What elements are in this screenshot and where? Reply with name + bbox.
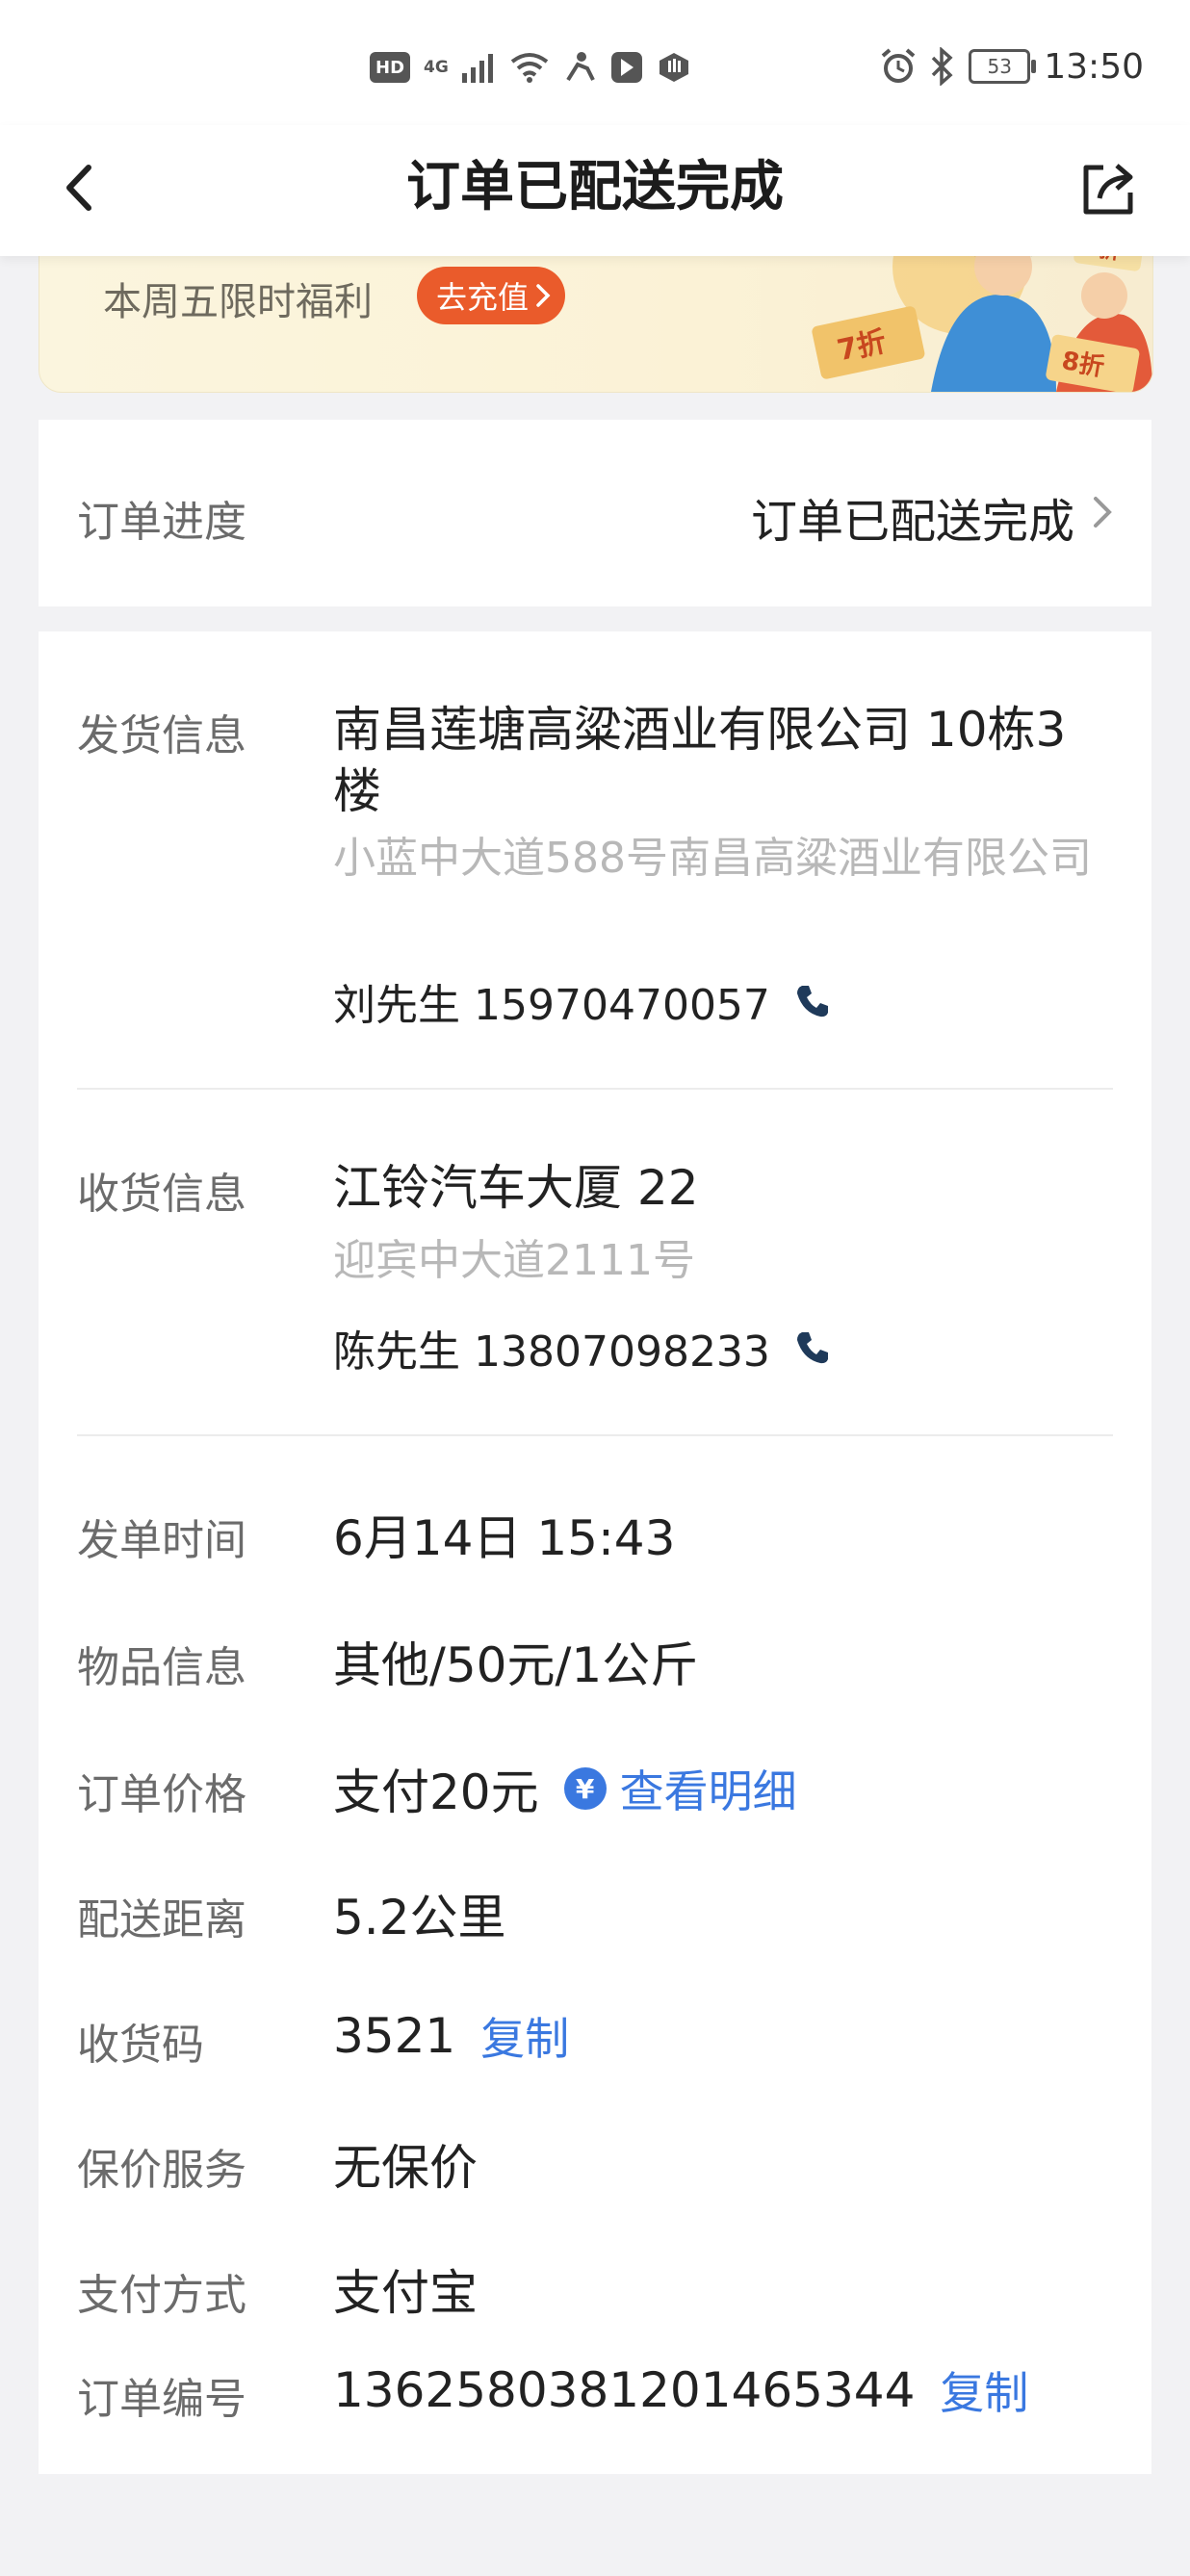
view-detail-text: 查看明细 bbox=[619, 1765, 797, 1817]
progress-label: 订单进度 bbox=[77, 498, 246, 547]
payment-value: 支付宝 bbox=[333, 2254, 478, 2324]
receiver-contact-text: 陈先生 13807098233 bbox=[333, 1327, 770, 1377]
phone-icon[interactable] bbox=[793, 1328, 832, 1367]
goods-text: 其他/50元/1公斤 bbox=[333, 1637, 699, 1693]
order-no-value: 1362580381201465344 复制 bbox=[333, 2358, 1028, 2422]
price-value: 支付20元 ¥ 查看明细 bbox=[333, 1754, 797, 1823]
nav-header: 订单已配送完成 bbox=[0, 125, 1190, 256]
order-progress-row[interactable]: 订单进度 订单已配送完成 bbox=[39, 420, 1151, 606]
distance-text: 5.2公里 bbox=[333, 1890, 506, 1945]
order-time-value: 6月14日 15:43 bbox=[333, 1500, 675, 1569]
page-title: 订单已配送完成 bbox=[406, 156, 784, 219]
insurance-value: 无保价 bbox=[333, 2129, 478, 2199]
insurance-text: 无保价 bbox=[333, 2140, 478, 2196]
order-time-text: 6月14日 15:43 bbox=[333, 1510, 676, 1566]
payment-label: 支付方式 bbox=[77, 2271, 246, 2320]
distance-label: 配送距离 bbox=[77, 1895, 246, 1945]
price-label: 订单价格 bbox=[77, 1770, 246, 1819]
share-button[interactable] bbox=[1074, 154, 1142, 221]
status-icons: HD 4G bbox=[370, 46, 691, 89]
price-text: 支付20元 bbox=[333, 1765, 539, 1820]
view-detail-link[interactable]: ¥ 查看明细 bbox=[563, 1757, 797, 1820]
status-right: 53 13:50 bbox=[880, 42, 1144, 90]
chevron-right-icon bbox=[536, 284, 551, 307]
order-info-card: 发货信息 南昌莲塘高粱酒业有限公司 10栋3楼 小蓝中大道588号南昌高粱酒业有… bbox=[39, 631, 1151, 2474]
order-no-text: 1362580381201465344 bbox=[333, 2362, 916, 2418]
status-bar: HD 4G 53 13:50 bbox=[0, 0, 1190, 125]
receiver-address-main: 江铃汽车大厦 22 bbox=[333, 1160, 699, 1216]
sender-contact: 刘先生 15970470057 bbox=[333, 970, 832, 1032]
yen-icon: ¥ bbox=[563, 1767, 607, 1810]
sender-contact-text: 刘先生 15970470057 bbox=[333, 981, 770, 1030]
goods-value: 其他/50元/1公斤 bbox=[333, 1627, 698, 1696]
battery-indicator: 53 bbox=[969, 49, 1037, 84]
alarm-icon bbox=[881, 48, 916, 83]
app-notification-icon bbox=[610, 52, 642, 83]
divider bbox=[77, 1434, 1113, 1436]
recharge-label: 去充值 bbox=[436, 279, 530, 316]
sender-label: 发货信息 bbox=[77, 711, 246, 760]
payment-text: 支付宝 bbox=[333, 2265, 478, 2321]
network-type: 4G bbox=[424, 58, 449, 77]
goods-label: 物品信息 bbox=[77, 1643, 246, 1692]
delivery-app-icon bbox=[566, 52, 595, 82]
receive-code-text: 3521 bbox=[333, 2008, 456, 2064]
hd-badge: HD bbox=[370, 52, 411, 83]
distance-value: 5.2公里 bbox=[333, 1879, 506, 1948]
chevron-right-icon bbox=[1094, 497, 1112, 528]
receive-code-value: 3521 复制 bbox=[333, 2004, 569, 2068]
progress-value: 订单已配送完成 bbox=[750, 495, 1074, 549]
receive-code-label: 收货码 bbox=[77, 2021, 204, 2070]
wifi-icon bbox=[510, 53, 549, 83]
share-icon bbox=[1083, 164, 1133, 215]
hand-icon bbox=[659, 53, 688, 82]
divider bbox=[77, 1088, 1113, 1090]
recharge-button[interactable]: 去充值 bbox=[417, 267, 566, 324]
bluetooth-icon bbox=[932, 47, 953, 86]
copy-receive-code-button[interactable]: 复制 bbox=[480, 2004, 569, 2068]
order-no-label: 订单编号 bbox=[77, 2375, 246, 2424]
phone-icon[interactable] bbox=[793, 982, 832, 1020]
receiver-address-sub: 迎宾中大道2111号 bbox=[333, 1236, 695, 1285]
copy-order-no-button[interactable]: 复制 bbox=[940, 2358, 1028, 2422]
sender-address-sub: 小蓝中大道588号南昌高粱酒业有限公司 bbox=[333, 834, 1092, 883]
insurance-label: 保价服务 bbox=[77, 2146, 246, 2195]
receiver-label: 收货信息 bbox=[77, 1170, 246, 1219]
clock: 13:50 bbox=[1044, 46, 1144, 87]
promo-text: 本周五限时福利 bbox=[103, 280, 373, 324]
order-time-label: 发单时间 bbox=[77, 1516, 246, 1565]
signal-icon bbox=[461, 54, 493, 83]
sender-address-main: 南昌莲塘高粱酒业有限公司 10栋3楼 bbox=[333, 702, 1067, 819]
receiver-contact: 陈先生 13807098233 bbox=[333, 1317, 832, 1378]
